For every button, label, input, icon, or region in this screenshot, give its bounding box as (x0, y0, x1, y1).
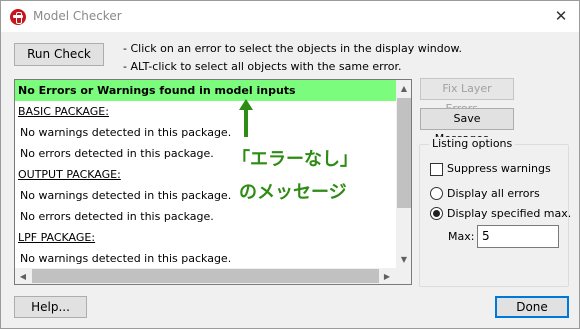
scrollbar-corner (396, 268, 411, 284)
horizontal-scrollbar[interactable]: ◀ ▶ (15, 268, 396, 284)
suppress-warnings-label[interactable]: Suppress warnings (447, 162, 551, 175)
list-item[interactable]: No warnings detected in this package. (15, 122, 396, 143)
window-title: Model Checker (33, 9, 122, 23)
package-header-basic[interactable]: BASIC PACKAGE: (15, 101, 396, 122)
display-all-errors-label[interactable]: Display all errors (447, 187, 540, 200)
summary-row[interactable]: No Errors or Warnings found in model inp… (15, 80, 396, 101)
app-logo-icon (10, 9, 26, 25)
save-messages-button[interactable]: Save Messages... (420, 108, 514, 145)
results-list[interactable]: No Errors or Warnings found in model inp… (14, 79, 412, 285)
scroll-down-icon[interactable]: ▼ (396, 251, 411, 268)
title-bar: Model Checker ✕ (1, 1, 579, 32)
fix-layer-errors-button[interactable]: Fix Layer Errors... (420, 78, 514, 115)
max-input[interactable]: 5 (477, 225, 559, 248)
done-button[interactable]: Done (495, 296, 569, 318)
horizontal-scroll-thumb[interactable] (32, 269, 379, 283)
max-label: Max: (448, 230, 475, 243)
scroll-right-icon[interactable]: ▶ (379, 268, 395, 284)
display-all-errors-radio[interactable] (430, 187, 443, 200)
listing-options-label: Listing options (429, 137, 516, 150)
display-specified-max-radio[interactable] (430, 207, 443, 220)
annotation-label-1: 「エラーなし」 (232, 149, 358, 170)
suppress-warnings-checkbox[interactable] (430, 163, 443, 176)
scroll-left-icon[interactable]: ◀ (15, 268, 31, 284)
list-item[interactable]: No warnings detected in this package. (15, 248, 396, 269)
package-header-lpf[interactable]: LPF PACKAGE: (15, 227, 396, 248)
model-checker-window: Model Checker ✕ Run Check - Click on an … (0, 0, 580, 329)
vertical-scroll-thumb[interactable] (397, 98, 411, 208)
display-specified-max-label[interactable]: Display specified max. (447, 207, 571, 220)
close-icon[interactable]: ✕ (549, 6, 573, 26)
instruction-text-1: - Click on an error to select the object… (123, 42, 462, 55)
annotation-arrow-icon (239, 99, 253, 137)
vertical-scrollbar[interactable]: ▲ ▼ (396, 80, 411, 268)
annotation-label-2: のメッセージ (239, 182, 347, 203)
scroll-up-icon[interactable]: ▲ (396, 80, 411, 97)
help-button[interactable]: Help... (14, 296, 87, 318)
instruction-text-2: - ALT-click to select all objects with t… (123, 60, 402, 73)
run-check-button[interactable]: Run Check (14, 43, 104, 66)
list-item[interactable]: No errors detected in this package. (15, 206, 396, 227)
